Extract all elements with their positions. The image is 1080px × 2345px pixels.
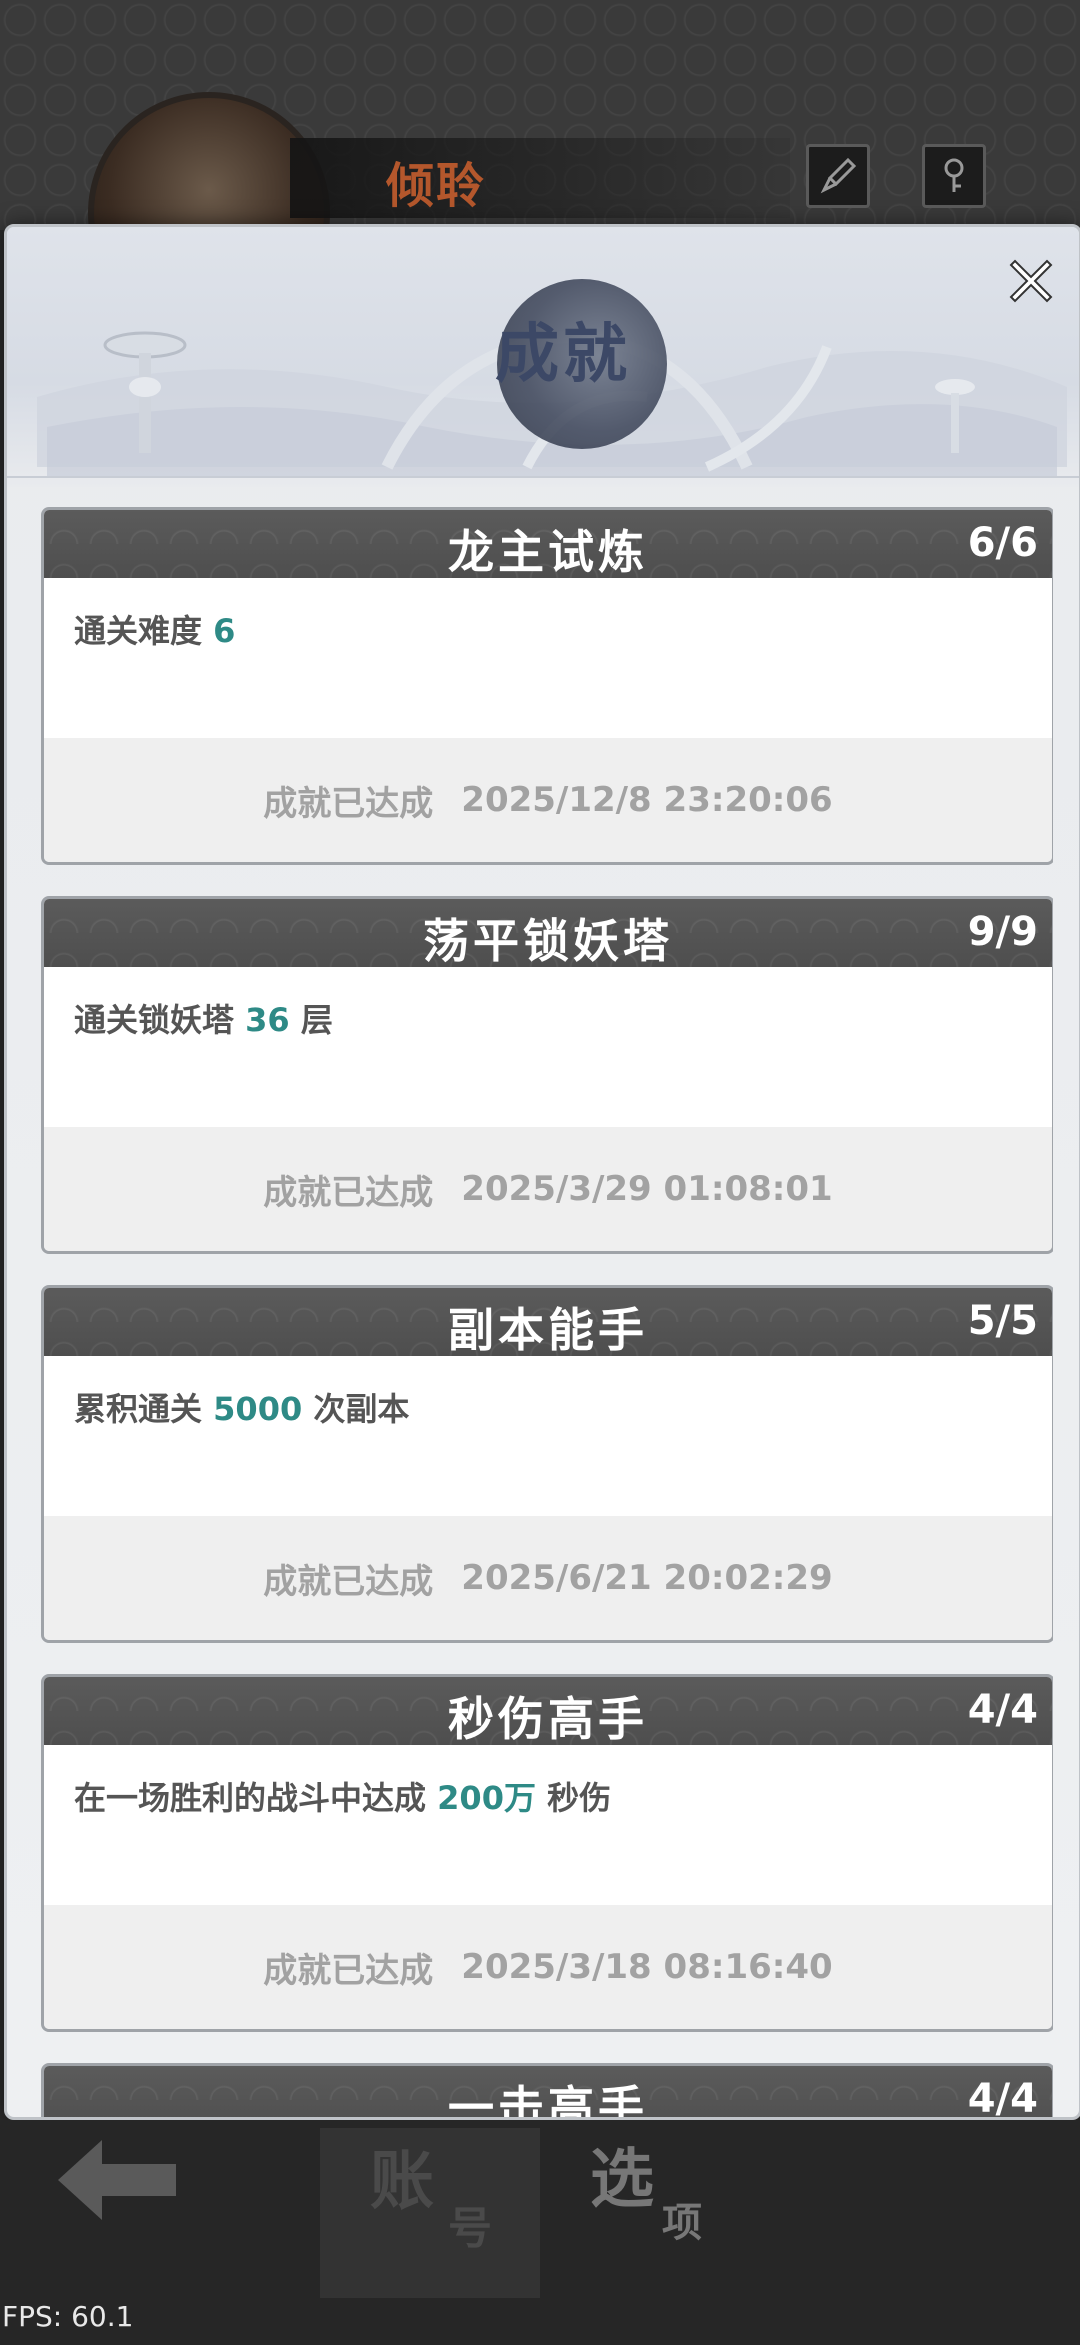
achievement-description: 在一场胜利的战斗中达成 200万 秒伤: [74, 1773, 611, 1819]
modal-title: 成就: [495, 317, 631, 392]
achievement-status: 成就已达成: [263, 1950, 434, 1991]
achievement-status: 成就已达成: [263, 783, 434, 824]
desc-text-suffix: 次副本: [302, 1390, 410, 1428]
desc-value: 6: [213, 612, 236, 650]
achievement-card: 秒伤高手 4/4 在一场胜利的战斗中达成 200万 秒伤 成就已达成 2025/…: [41, 1674, 1053, 2032]
player-name: 倾聆: [386, 158, 487, 214]
tab-options-label: 选: [590, 2142, 654, 2217]
card-body: 累积通关 5000 次副本: [44, 1356, 1052, 1516]
desc-text: 通关锁妖塔: [74, 1001, 246, 1039]
achievement-title: 荡平锁妖塔: [423, 914, 673, 968]
tab-account-sublabel: 号: [448, 2203, 492, 2254]
desc-text-suffix: 秒伤: [535, 1779, 612, 1817]
achievement-title: 一击高手: [448, 2081, 648, 2117]
card-body: 通关难度 6: [44, 578, 1052, 738]
modal-banner: 成就: [7, 227, 1079, 487]
achievement-card: 荡平锁妖塔 9/9 通关锁妖塔 36 层 成就已达成 2025/3/29 01:…: [41, 896, 1053, 1254]
key-icon: [944, 158, 964, 192]
card-header: 荡平锁妖塔 9/9: [44, 899, 1052, 968]
key-button[interactable]: [922, 144, 986, 208]
achievement-title: 龙主试炼: [448, 525, 648, 579]
card-header: 副本能手 5/5: [44, 1288, 1052, 1357]
desc-text: 在一场胜利的战斗中达成: [74, 1779, 438, 1817]
desc-value: 36: [245, 1001, 290, 1039]
card-body: 在一场胜利的战斗中达成 200万 秒伤: [44, 1745, 1052, 1905]
achievement-timestamp: 2025/3/29 01:08:01: [461, 1169, 833, 1209]
achievement-progress: 6/6: [967, 520, 1038, 566]
back-arrow-icon: [58, 2140, 176, 2220]
card-header: 秒伤高手 4/4: [44, 1677, 1052, 1746]
name-bar: [290, 138, 790, 218]
card-header: 龙主试炼 6/6: [44, 510, 1052, 579]
card-header: 一击高手 4/4: [44, 2066, 1052, 2117]
tab-options-sublabel: 项: [662, 2199, 702, 2246]
achievement-card: 副本能手 5/5 累积通关 5000 次副本 成就已达成 2025/6/21 2…: [41, 1285, 1053, 1643]
desc-value: 5000: [213, 1390, 303, 1428]
achievement-progress: 5/5: [967, 1298, 1038, 1344]
card-footer: 成就已达成 2025/3/29 01:08:01: [44, 1127, 1052, 1251]
achievement-title: 副本能手: [448, 1303, 648, 1357]
desc-value: 200万: [437, 1779, 536, 1817]
tab-account-label: 账: [370, 2144, 434, 2219]
achievement-progress: 4/4: [967, 1687, 1038, 1733]
desc-text: 通关难度: [74, 612, 214, 650]
achievement-description: 累积通关 5000 次副本: [74, 1384, 409, 1430]
achievement-list[interactable]: 龙主试炼 6/6 通关难度 6 成就已达成 2025/12/8 23:20:06…: [41, 507, 1053, 2117]
achievement-modal: 成就 龙主试炼 6/6 通关难度 6 成就已达成 2025/12/8 23:20…: [4, 224, 1080, 2120]
close-button[interactable]: [1007, 255, 1059, 307]
close-icon: [1009, 259, 1053, 303]
brush-button[interactable]: [806, 144, 870, 208]
achievement-card: 一击高手 4/4: [41, 2063, 1053, 2117]
achievement-title: 秒伤高手: [448, 1692, 648, 1746]
achievement-card: 龙主试炼 6/6 通关难度 6 成就已达成 2025/12/8 23:20:06: [41, 507, 1053, 865]
achievement-description: 通关锁妖塔 36 层: [74, 995, 333, 1041]
achievement-status: 成就已达成: [263, 1561, 434, 1602]
brush-icon: [820, 157, 857, 194]
card-footer: 成就已达成 2025/6/21 20:02:29: [44, 1516, 1052, 1640]
tab-options[interactable]: 选 项: [590, 2128, 810, 2298]
achievement-timestamp: 2025/6/21 20:02:29: [461, 1558, 833, 1598]
achievement-progress: 9/9: [967, 909, 1038, 955]
achievement-timestamp: 2025/12/8 23:20:06: [461, 780, 833, 820]
card-footer: 成就已达成 2025/3/18 08:16:40: [44, 1905, 1052, 2029]
achievement-progress: 4/4: [967, 2076, 1038, 2117]
desc-text: 累积通关: [74, 1390, 214, 1428]
tab-account[interactable]: 账 号: [320, 2128, 540, 2298]
achievement-description: 通关难度 6: [74, 606, 235, 652]
fps-counter: FPS: 60.1: [2, 2300, 134, 2333]
card-body: 通关锁妖塔 36 层: [44, 967, 1052, 1127]
achievement-status: 成就已达成: [263, 1172, 434, 1213]
back-button[interactable]: [52, 2130, 182, 2234]
card-footer: 成就已达成 2025/12/8 23:20:06: [44, 738, 1052, 862]
desc-text-suffix: 层: [289, 1001, 333, 1039]
achievement-timestamp: 2025/3/18 08:16:40: [461, 1947, 833, 1987]
